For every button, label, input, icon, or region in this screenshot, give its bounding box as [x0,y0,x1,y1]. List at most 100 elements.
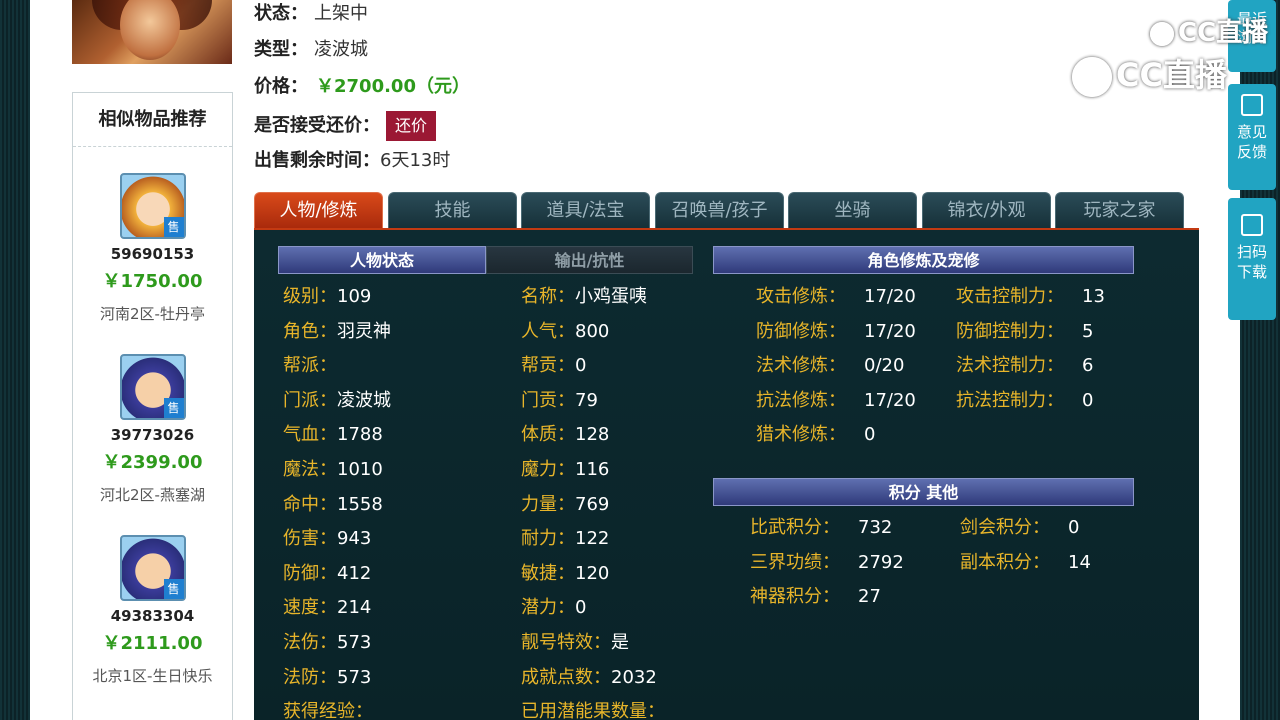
status-row: 状态： 上架中 [254,0,368,28]
price-value: ￥2700.00（元） [316,76,470,97]
scan-download-button[interactable]: 扫码 下载 [1228,198,1276,320]
cultivation-k: 防御修炼： [756,320,846,342]
cc-logo-icon [1150,21,1174,46]
attr-value: 800 [575,320,610,342]
stat-row: 级别：109 [283,285,371,309]
cultivation-k2: 抗法控制力： [956,389,1064,411]
stat-row: 帮派： [283,354,337,378]
cultivation-v2: 6 [1082,355,1094,377]
status-label: 状态： [254,3,308,24]
attr-value: 是 [611,632,629,653]
type-row: 类型： 凌波城 [254,36,368,64]
cultivation-k: 攻击修炼： [756,286,846,307]
attr-row: 成就点数：2032 [521,666,657,690]
similar-item-avatar[interactable]: 售 [119,173,186,239]
remaining-value: 6天13时 [380,150,451,171]
cultivation-k2: 攻击控制力： [956,286,1064,307]
status-value: 上架中 [314,3,368,24]
stat-value: 573 [337,666,372,688]
attr-value: 120 [575,562,610,584]
remaining-label: 出售剩余时间： [254,150,380,171]
similar-items-panel: 相似物品推荐 售 59690153 ￥1750.00 河南2区-牡丹亭 售 39… [72,92,233,720]
similar-item-server: 北京1区-生日快乐 [92,667,213,685]
watermark-text-top: CC直播 [1178,18,1269,48]
cultivation-v: 0 [864,424,876,446]
cultivation-k: 猎术修炼： [756,424,846,446]
similar-item[interactable]: 售 59690153 ￥1750.00 河南2区-牡丹亭 [73,173,232,324]
attr-label: 成就点数： [521,666,611,688]
attr-label: 力量： [521,493,575,515]
stat-row: 获得经验： [283,700,373,720]
points-k2: 副本积分： [960,551,1050,573]
stat-label: 气血： [283,424,337,446]
subtab-character-status[interactable]: 人物状态 [278,246,486,274]
qr-scan-icon [1241,214,1263,236]
similar-item-avatar[interactable]: 售 [119,354,186,420]
attr-label: 体质： [521,424,575,446]
cultivation-header: 角色修炼及宠修 [713,246,1134,274]
attr-label: 潜力： [521,597,575,619]
stat-row: 气血：1788 [283,423,383,447]
similar-item-id: 39773026 [110,426,195,444]
price-row: 价格： ￥2700.00（元） [254,73,470,101]
feedback-button[interactable]: 意见 反馈 [1228,84,1276,190]
stat-label: 级别： [283,286,337,307]
stat-row: 命中：1558 [283,493,383,517]
similar-item-id: 49383304 [110,607,195,625]
stat-label: 命中： [283,493,337,515]
stat-row: 防御：412 [283,562,371,586]
attr-value: 769 [575,493,610,515]
tab-mounts[interactable]: 坐骑 [788,192,917,228]
points-k: 三界功绩： [750,551,840,573]
tab-pets[interactable]: 召唤兽/孩子 [655,192,784,228]
bargain-button[interactable]: 还价 [386,111,437,141]
points-v: 2792 [858,551,904,573]
cultivation-k2: 法术控制力： [956,355,1064,377]
watermark-main: CC直播 [1072,50,1227,97]
attr-value: 小鸡蛋咦 [575,286,647,307]
attr-label: 魔力： [521,459,575,480]
stat-value: 羽灵神 [337,320,391,342]
attr-row: 潜力：0 [521,596,586,620]
stat-value: 943 [337,528,372,550]
points-v2: 0 [1068,517,1080,538]
cultivation-v2: 13 [1082,286,1105,307]
attr-row: 体质：128 [521,423,609,447]
tab-skills[interactable]: 技能 [388,192,517,228]
watermark-text-main: CC直播 [1116,56,1227,94]
similar-item-price: ￥2399.00 [102,452,203,473]
cc-logo-icon [1072,57,1112,97]
character-panel: 人物状态 输出/抗性 角色修炼及宠修 积分 其他 级别：109 角色：羽灵神 帮派：… [254,228,1199,720]
stat-row: 角色：羽灵神 [283,320,391,344]
attr-value: 2032 [611,666,657,688]
cultivation-k: 抗法修炼： [756,389,846,411]
stat-value: 1558 [337,493,383,515]
subtab-output-resist[interactable]: 输出/抗性 [486,246,693,274]
cultivation-v: 17/20 [864,320,916,342]
points-v: 732 [858,517,893,538]
points-k: 比武积分： [750,517,840,538]
similar-item-price: ￥1750.00 [102,271,203,292]
stat-row: 法防：573 [283,666,371,690]
stat-row: 魔法：1010 [283,458,383,482]
attr-label: 帮贡： [521,355,575,377]
points-k2: 剑会积分： [960,517,1050,538]
attr-row: 人气：800 [521,320,609,344]
cultivation-v2: 5 [1082,320,1094,342]
tab-outfits[interactable]: 锦衣/外观 [922,192,1051,228]
cultivation-k2: 防御控制力： [956,320,1064,342]
similar-item-avatar[interactable]: 售 [119,535,186,601]
similar-item[interactable]: 售 39773026 ￥2399.00 河北2区-燕塞湖 [73,354,232,505]
attr-label: 靓号特效： [521,632,611,653]
portrait-face [120,0,180,60]
attr-row: 已用潜能果数量： [521,700,665,720]
attr-label: 人气： [521,320,575,342]
tab-items[interactable]: 道具/法宝 [521,192,650,228]
similar-item[interactable]: 售 49383304 ￥2111.00 北京1区-生日快乐 [73,535,232,686]
stat-value: 1788 [337,424,383,446]
points-k: 神器积分： [750,586,840,608]
attr-value: 128 [575,424,610,446]
tab-character[interactable]: 人物/修炼 [254,192,383,228]
points-v: 27 [858,586,881,608]
tab-home[interactable]: 玩家之家 [1055,192,1184,228]
